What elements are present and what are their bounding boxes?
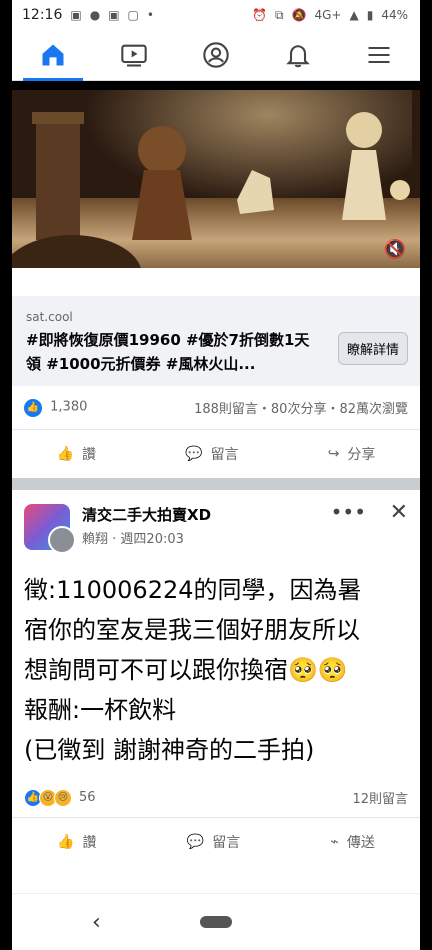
post-body: 徵:110006224的同學，因為暑 宿你的室友是我三個好朋友所以 想詢問可不可…: [12, 550, 420, 770]
group-avatar[interactable]: [24, 504, 76, 554]
app-frame: 12:16 ▣ ● ▣ ▢ • ⏰ ⧉ 🔕 4G+ ▲ ▮ 44% 🔇 sat.…: [12, 0, 420, 950]
messenger-icon: ⌁: [330, 834, 339, 850]
nav-home[interactable]: [22, 30, 83, 81]
like-icon: 👍: [57, 834, 75, 850]
ad-card[interactable]: sat.cool #即將恢復原價19960 #優於7折倒數1天 領 #1000元…: [12, 296, 420, 386]
post-send-button[interactable]: ⌁ 傳送: [330, 832, 374, 852]
menu-icon: [368, 46, 390, 64]
share-label: 分享: [347, 447, 376, 463]
video-icon: [121, 44, 148, 67]
post-author-line: 賴翔 · 週四20:03: [82, 528, 211, 547]
status-left: 12:16 ▣ ● ▣ ▢ •: [22, 7, 154, 23]
nav-video[interactable]: [104, 30, 164, 80]
learn-more-button[interactable]: 瞭解詳情: [337, 332, 408, 365]
post-separator: [12, 478, 420, 490]
comment-label: 留言: [210, 447, 239, 463]
post-like-button[interactable]: 👍 讚: [57, 832, 96, 852]
like-icon: 👍: [56, 446, 74, 462]
ad-headline: #即將恢復原價19960 #優於7折倒數1天 領 #1000元折價券 #風林火山…: [26, 331, 310, 373]
ad-actions: 👍 讚 💬 留言 ↪ 分享: [12, 430, 420, 478]
nav-profile[interactable]: [186, 30, 246, 80]
thumbs-up-icon: 👍: [24, 398, 42, 417]
comment-label: 留言: [212, 835, 241, 851]
mute-icon: 🔕: [291, 8, 307, 22]
home-pill[interactable]: [200, 916, 232, 928]
app-icon: ▢: [127, 8, 139, 22]
like-label: 讚: [82, 447, 96, 463]
post-line: 宿你的室友是我三個好朋友所以: [24, 616, 360, 644]
sad-reaction-icon: 😢: [54, 788, 72, 807]
reaction-count: 56: [79, 790, 96, 805]
send-label: 傳送: [346, 835, 375, 851]
close-icon[interactable]: ✕: [390, 500, 408, 525]
system-nav-bar: ‹: [12, 893, 420, 950]
more-options-icon[interactable]: •••: [331, 500, 366, 524]
group-name[interactable]: 清交二手大拍賣XD: [82, 504, 211, 525]
post-meta: 清交二手大拍賣XD 賴翔 · 週四20:03: [82, 504, 211, 550]
post-comment-button[interactable]: 💬 留言: [187, 832, 240, 852]
ad-domain: sat.cool: [26, 310, 73, 324]
alarm-icon: ⏰: [252, 8, 267, 22]
author-avatar[interactable]: [48, 526, 76, 554]
spacer: [12, 268, 420, 296]
nav-menu[interactable]: [349, 30, 409, 80]
ad-likes-count: 1,380: [50, 399, 88, 414]
ad-share-button[interactable]: ↪ 分享: [328, 444, 376, 464]
signal-icon: ▲: [349, 8, 359, 22]
post-line: 報酬:一杯飲料: [24, 696, 177, 724]
top-nav: [12, 30, 420, 81]
post-header: 清交二手大拍賣XD 賴翔 · 週四20:03 ••• ✕: [12, 490, 420, 554]
android-icon-2: ▣: [108, 8, 120, 22]
ad-likes[interactable]: 👍 1,380: [24, 398, 88, 417]
post-time[interactable]: 週四20:03: [120, 532, 183, 547]
post-actions: 👍 讚 💬 留言 ⌁ 傳送: [12, 818, 420, 866]
chess-pieces-image: [12, 112, 410, 268]
mute-video-icon[interactable]: 🔇: [384, 239, 406, 260]
comment-count[interactable]: 12則留言: [352, 788, 408, 807]
message-icon: ●: [89, 8, 101, 22]
dot-icon: •: [146, 8, 154, 22]
post-author[interactable]: 賴翔: [82, 532, 108, 547]
share-icon: ↪: [327, 446, 340, 462]
home-icon: [42, 44, 64, 66]
post-line: 想詢問可不可以跟你換宿🥺🥺: [24, 656, 348, 684]
ad-video[interactable]: 🔇: [12, 90, 420, 268]
network-label: 4G+: [314, 8, 342, 22]
android-icon: ▣: [70, 8, 82, 22]
clock: 12:16: [22, 7, 63, 23]
back-icon[interactable]: ‹: [92, 910, 101, 935]
ad-stats: 👍 1,380 188則留言・80次分享・82萬次瀏覽: [12, 386, 420, 430]
profile-icon: [203, 42, 229, 68]
bell-icon: [285, 45, 310, 68]
comment-icon: 💬: [186, 834, 205, 850]
post-reactions[interactable]: 👍 😮 😢 56: [24, 788, 96, 807]
status-bar: 12:16 ▣ ● ▣ ▢ • ⏰ ⧉ 🔕 4G+ ▲ ▮ 44%: [12, 0, 420, 30]
battery-label: 44%: [381, 8, 408, 22]
divider: [12, 81, 420, 90]
nav-notifications[interactable]: [268, 30, 328, 80]
ad-engagement[interactable]: 188則留言・80次分享・82萬次瀏覽: [194, 398, 408, 417]
comment-icon: 💬: [185, 446, 203, 462]
post-stats: 👍 😮 😢 56 12則留言: [12, 770, 420, 818]
ad-like-button[interactable]: 👍 讚: [57, 444, 96, 464]
battery-icon: ▮: [366, 8, 374, 22]
ad-comment-button[interactable]: 💬 留言: [185, 444, 238, 464]
cast-icon: ⧉: [274, 7, 284, 22]
post-line: (已徵到 謝謝神奇的二手拍): [24, 736, 315, 764]
post-line: 徵:110006224的同學，因為暑: [24, 576, 362, 604]
like-label: 讚: [82, 835, 97, 851]
status-right: ⏰ ⧉ 🔕 4G+ ▲ ▮ 44%: [252, 8, 408, 23]
